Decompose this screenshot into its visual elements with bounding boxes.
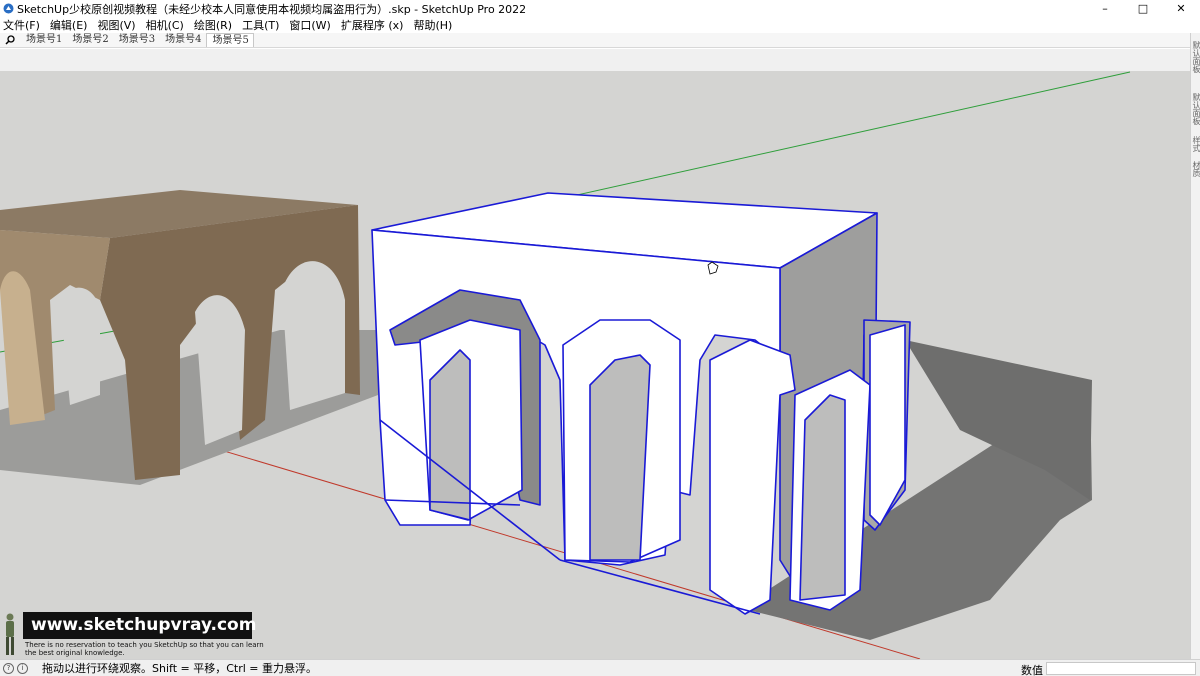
credits-icon[interactable]: i [17, 662, 28, 674]
menu-tools[interactable]: 工具(T) [242, 17, 279, 33]
status-hint: 拖动以进行环绕观察。Shift = 平移，Ctrl = 重力悬浮。 [42, 662, 317, 675]
scene-tab-2[interactable]: 场景号2 [66, 33, 112, 47]
menu-draw[interactable]: 绘图(R) [194, 17, 232, 33]
window-controls: – □ ✕ [1086, 0, 1200, 17]
tray-tab-materials[interactable]: 材质 [1191, 161, 1200, 183]
toolbar-area [0, 49, 1190, 71]
menu-file[interactable]: 文件(F) [3, 17, 40, 33]
scene-tab-1[interactable]: 场景号1 [20, 33, 66, 47]
measurements-input[interactable] [1046, 662, 1196, 675]
model-scene [0, 71, 1131, 659]
scene-tab-5[interactable]: 场景号5 [205, 33, 254, 47]
search-icon[interactable] [0, 33, 20, 47]
watermark-line-1: There is no reservation to teach you Ske… [25, 641, 264, 649]
scene-tabs-bar: 场景号1 场景号2 场景号3 场景号4 场景号5 [0, 33, 1200, 48]
menu-camera[interactable]: 相机(C) [146, 17, 184, 33]
title-bar: SketchUp少校原创视频教程（未经少校本人同意使用本视频均属盗用行为）.sk… [0, 0, 1200, 17]
person-figure-icon [6, 613, 14, 655]
menu-bar: 文件(F) 编辑(E) 视图(V) 相机(C) 绘图(R) 工具(T) 窗口(W… [0, 17, 1200, 33]
default-tray-strip[interactable]: 默认面板 默认面板 样式 材质 [1190, 33, 1200, 659]
status-bar: ? i 拖动以进行环绕观察。Shift = 平移，Ctrl = 重力悬浮。 数值 [0, 659, 1200, 676]
geo-location-icon[interactable]: ? [3, 662, 14, 674]
white-arch-table [371, 192, 911, 615]
scene-tab-4[interactable]: 场景号4 [159, 33, 205, 47]
menu-window[interactable]: 窗口(W) [289, 17, 330, 33]
menu-view[interactable]: 视图(V) [97, 17, 135, 33]
menu-extensions[interactable]: 扩展程序 (x) [341, 17, 404, 33]
measurements-label: 数值 [1021, 664, 1043, 676]
watermark-url: www.sketchupvray.com [23, 612, 256, 639]
tray-tab-2[interactable]: 默认面板 [1191, 93, 1200, 133]
close-button[interactable]: ✕ [1162, 0, 1200, 17]
drawing-viewport[interactable] [0, 71, 1190, 659]
window-title: SketchUp少校原创视频教程（未经少校本人同意使用本视频均属盗用行为）.sk… [17, 2, 527, 16]
tray-tab-styles[interactable]: 样式 [1191, 136, 1200, 158]
sketchup-logo-icon [3, 3, 14, 14]
tray-tab-1[interactable]: 默认面板 [1191, 41, 1200, 81]
watermark-line-2: the best original knowledge. [25, 649, 125, 657]
menu-edit[interactable]: 编辑(E) [50, 17, 88, 33]
maximize-button[interactable]: □ [1124, 0, 1162, 17]
menu-help[interactable]: 帮助(H) [413, 17, 452, 33]
minimize-button[interactable]: – [1086, 0, 1124, 17]
scene-tab-3[interactable]: 场景号3 [113, 33, 159, 47]
watermark: www.sketchupvray.com There is no reserva… [0, 609, 264, 659]
